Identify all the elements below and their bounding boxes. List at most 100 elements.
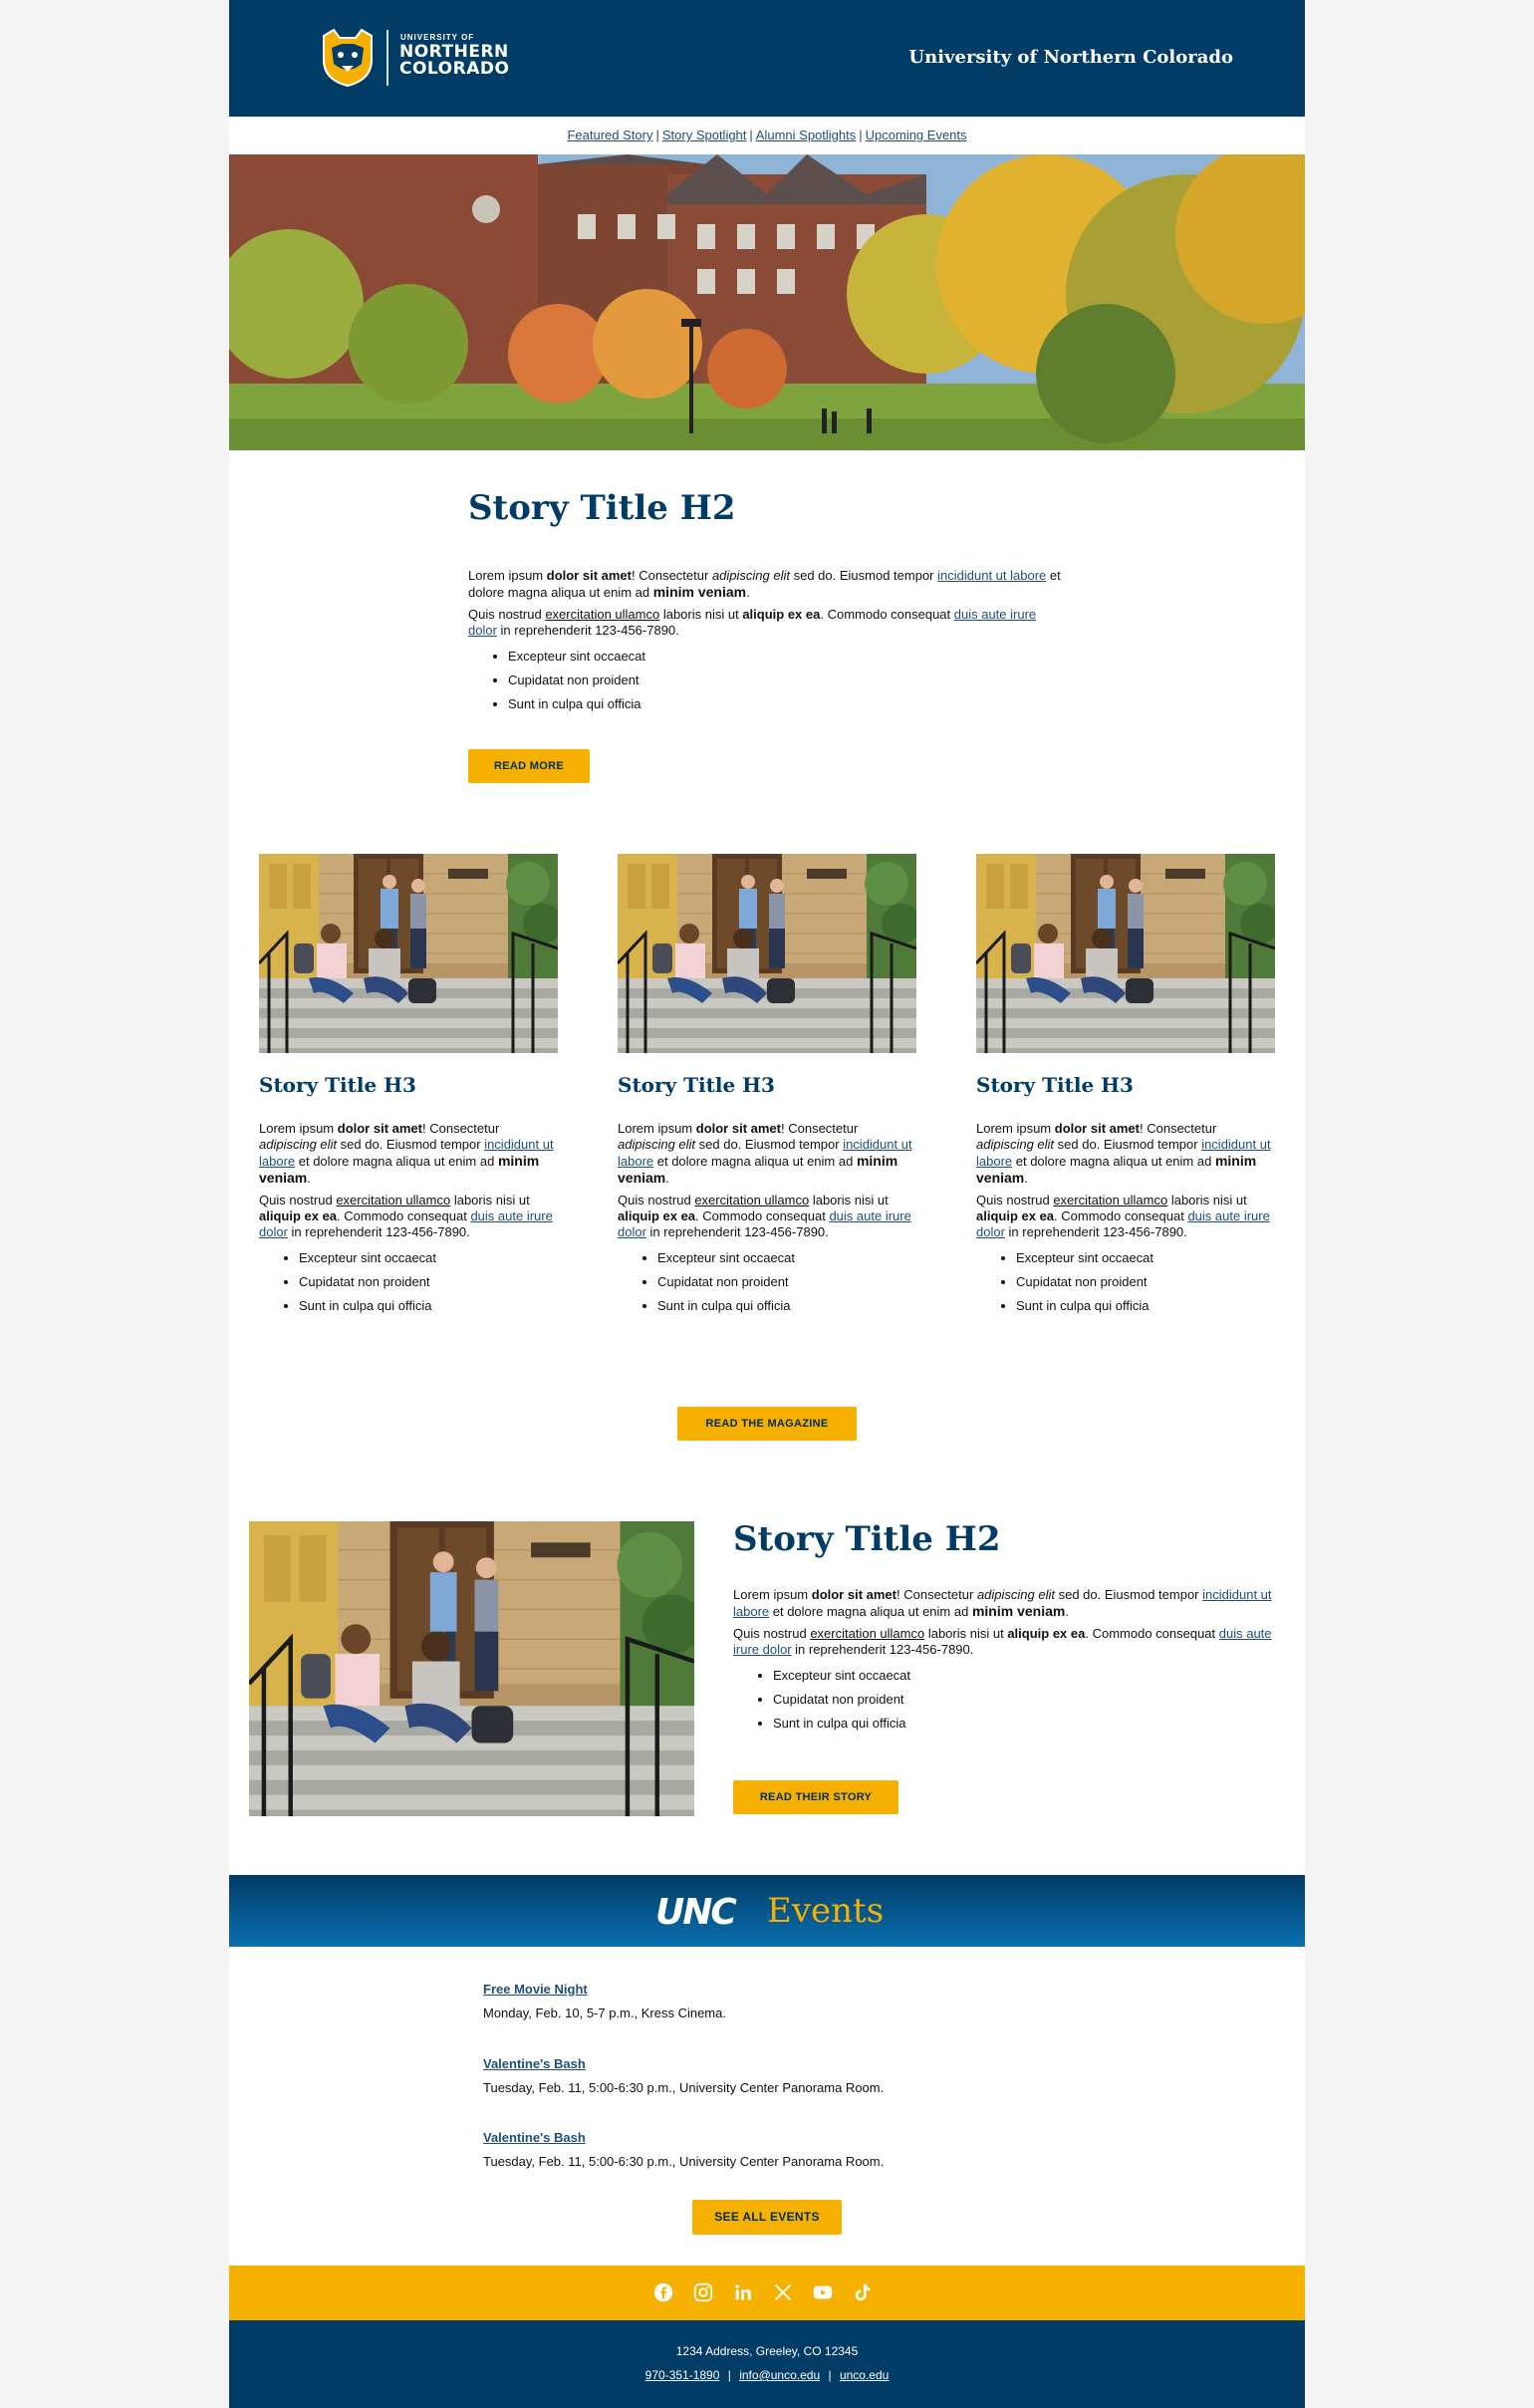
tiktok-icon[interactable] [852,2281,874,2303]
see-all-events-button[interactable]: SEE ALL EVENTS [692,2200,842,2235]
bear-logo-icon [323,28,373,88]
text: Lorem ipsum [618,1121,696,1136]
text: laboris nisi ut [450,1193,530,1207]
footer-separator: | [828,2368,832,2382]
list-item: Cupidatat non proident [657,1270,916,1294]
instagram-icon[interactable] [692,2281,714,2303]
nav-story-spotlight[interactable]: Story Spotlight [662,128,747,142]
students-on-steps-photo [976,854,1275,1053]
feature-story-title: Story Title H2 [733,1519,1001,1559]
nav-upcoming-events[interactable]: Upcoming Events [866,128,967,142]
text: . [665,1171,669,1186]
bold-text: aliquip ex ea [259,1208,338,1223]
text: laboris nisi ut [659,607,743,622]
unc-wordmark: UNC [655,1892,737,1933]
campus-photo [229,154,1305,450]
list-item: Cupidatat non proident [1016,1270,1275,1294]
italic-text: adipiscing elit [711,568,790,583]
story-column-3: Story Title H3 Lorem ipsum dolor sit ame… [976,1073,1275,1318]
linkedin-icon[interactable] [732,2281,754,2303]
text: . [307,1171,311,1186]
story-image[interactable] [976,854,1275,1053]
bold-text: aliquip ex ea [618,1208,696,1223]
list-item: Sunt in culpa qui officia [508,692,1066,716]
featured-story-title: Story Title H2 [468,488,736,528]
footer-website-link[interactable]: unco.edu [840,2368,889,2382]
event-detail: Tuesday, Feb. 11, 5:00-6:30 p.m., Univer… [483,2154,885,2169]
column-paragraph-2: Quis nostrud exercitation ullamco labori… [976,1193,1275,1240]
text: . Commodo consequat [337,1208,471,1223]
underlined-text: exercitation ullamco [545,607,660,622]
italic-text: adipiscing elit [618,1137,696,1152]
feature-image[interactable] [249,1521,694,1816]
text: . Commodo consequat [695,1208,830,1223]
column-paragraph-1: Lorem ipsum dolor sit amet! Consectetur … [259,1121,558,1187]
read-more-button[interactable]: READ MORE [468,749,590,783]
text: ! Consectetur [422,1121,500,1136]
event-title-link[interactable]: Valentine's Bash [483,2130,586,2145]
story-image[interactable] [259,854,558,1053]
text: ! Consectetur [896,1587,977,1602]
text: . [1024,1171,1028,1186]
text: ! Consectetur [1140,1121,1217,1136]
column-title: Story Title H3 [976,1073,1134,1097]
bold-text: aliquip ex ea [742,607,821,622]
read-their-story-button[interactable]: READ THEIR STORY [733,1780,898,1814]
text: Lorem ipsum [259,1121,338,1136]
italic-text: adipiscing elit [976,1137,1055,1152]
event-title-link[interactable]: Free Movie Night [483,1982,588,1997]
underlined-text: exercitation ullamco [1053,1193,1168,1207]
text: in reprehenderit 123-456-7890. [496,623,679,638]
header: UNIVERSITY OF NORTHERN COLORADO Universi… [229,0,1305,117]
featured-story: Story Title H2 Lorem ipsum dolor sit ame… [468,488,1066,716]
text: Quis nostrud [976,1193,1054,1207]
event-item: Free Movie Night Monday, Feb. 10, 5-7 p.… [483,1982,1081,2020]
facebook-icon[interactable] [652,2281,674,2303]
footer-address: 1234 Address, Greeley, CO 12345 [675,2344,859,2358]
unc-logo[interactable]: UNIVERSITY OF NORTHERN COLORADO [320,28,529,88]
x-icon[interactable] [772,2281,794,2303]
event-title-link[interactable]: Valentine's Bash [483,2056,586,2071]
text: . [1065,1604,1069,1619]
students-on-steps-photo [618,854,916,1053]
event-detail: Tuesday, Feb. 11, 5:00-6:30 p.m., Univer… [483,2080,885,2095]
text: . Commodo consequat [1054,1208,1188,1223]
feature-story: Story Title H2 Lorem ipsum dolor sit ame… [733,1519,1281,1736]
list-item: Cupidatat non proident [299,1270,558,1294]
nav-featured-story[interactable]: Featured Story [567,128,652,142]
logo-divider [386,30,388,86]
read-magazine-button[interactable]: READ THE MAGAZINE [677,1407,857,1441]
inline-link[interactable]: incididunt ut labore [937,568,1046,583]
underlined-text: exercitation ullamco [694,1193,810,1207]
footer: 1234 Address, Greeley, CO 12345 970-351-… [229,2320,1305,2408]
column-bullet-list: Excepteur sint occaecat Cupidatat non pr… [618,1246,916,1318]
footer-phone-link[interactable]: 970-351-1890 [645,2368,720,2382]
bold-text: dolor sit amet [337,1121,422,1136]
text: Quis nostrud [733,1626,811,1641]
story-image[interactable] [618,854,916,1053]
text: Quis nostrud [259,1193,337,1207]
italic-text: adipiscing elit [259,1137,338,1152]
nav-alumni-spotlights[interactable]: Alumni Spotlights [756,128,856,142]
list-item: Excepteur sint occaecat [657,1246,916,1270]
nav-separator: | [655,128,659,142]
story-column-2: Story Title H3 Lorem ipsum dolor sit ame… [618,1073,916,1318]
list-item: Sunt in culpa qui officia [773,1712,1281,1736]
text: laboris nisi ut [924,1626,1008,1641]
text: Quis nostrud [618,1193,695,1207]
feature-paragraph-1: Lorem ipsum dolor sit amet! Consectetur … [733,1587,1281,1620]
feature-bullet-list: Excepteur sint occaecat Cupidatat non pr… [733,1664,1281,1736]
feature-paragraph-2: Quis nostrud exercitation ullamco labori… [733,1626,1281,1658]
nav-separator: | [749,128,753,142]
footer-email-link[interactable]: info@unco.edu [739,2368,820,2382]
events-banner: UNC Events [229,1875,1305,1947]
list-item: Sunt in culpa qui officia [1016,1294,1275,1318]
text: et dolore magna aliqua ut enim ad [653,1154,857,1169]
top-nav: Featured Story | Story Spotlight | Alumni Sp… [229,117,1305,154]
bold-text: dolor sit amet [811,1587,896,1602]
youtube-icon[interactable] [812,2281,834,2303]
text: . [746,585,750,600]
text: sed do. Eiusmod tempor [1054,1137,1202,1152]
logo-wordmark: NORTHERN COLORADO [399,44,509,78]
bold-text: dolor sit amet [1054,1121,1140,1136]
